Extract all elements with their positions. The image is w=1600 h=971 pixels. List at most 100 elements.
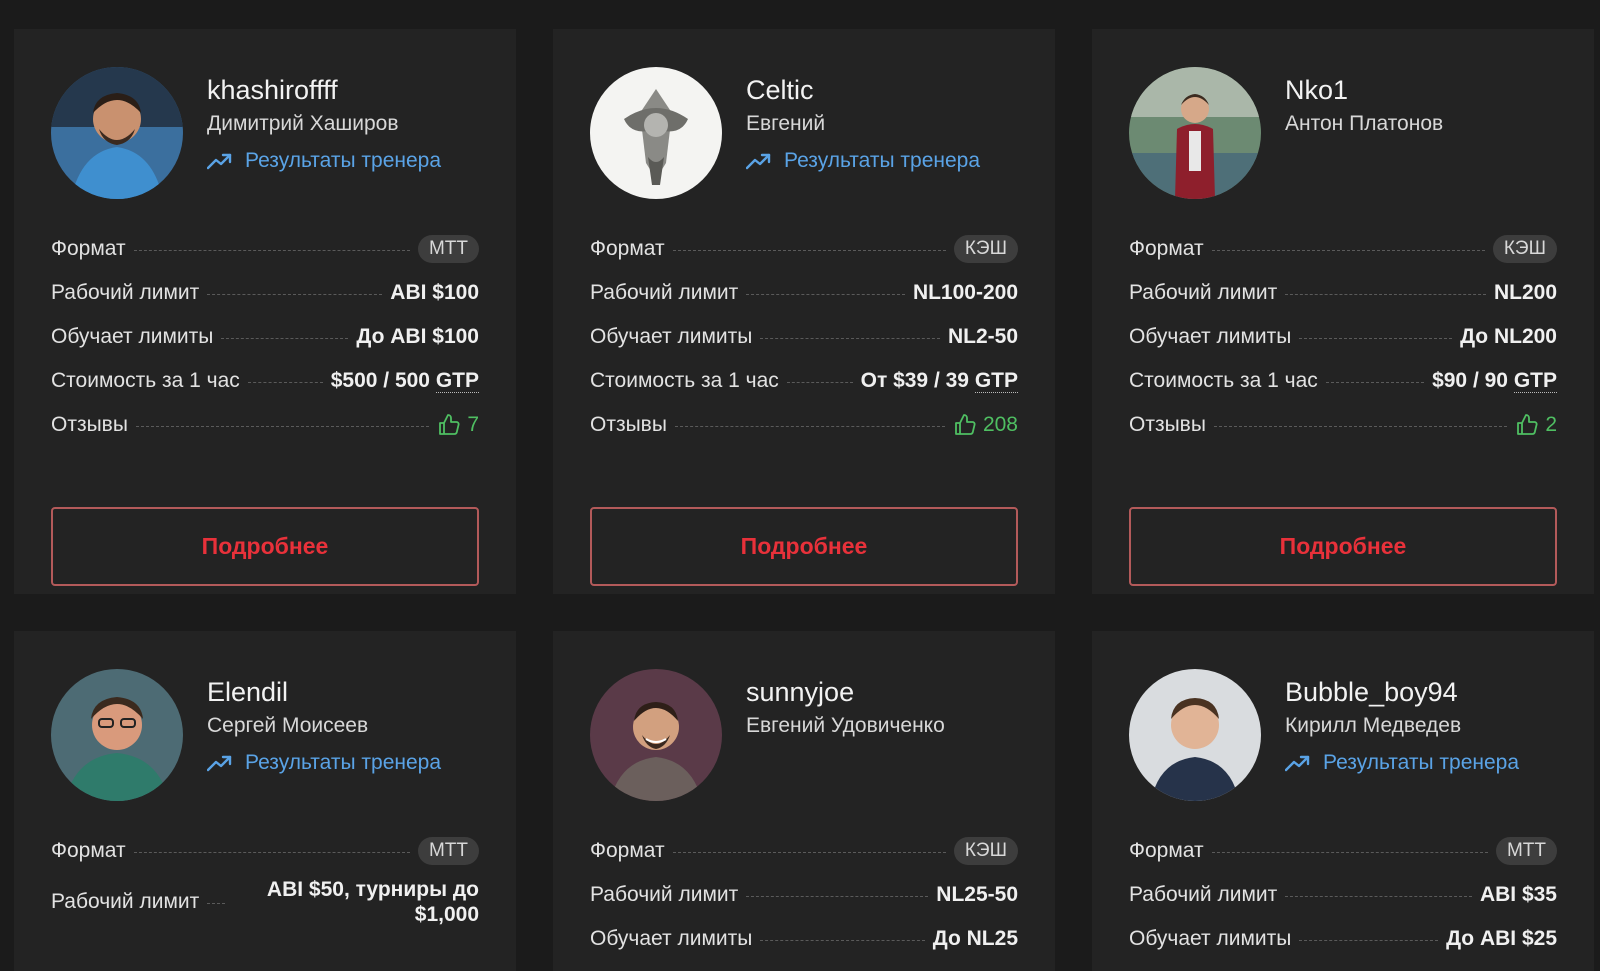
limit-value: ABI $100 — [390, 281, 479, 304]
coach-results-link[interactable]: Результаты тренера — [207, 148, 487, 174]
dotted-leader — [207, 293, 383, 295]
format-badge: МТТ — [417, 837, 479, 865]
coach-avatar[interactable] — [1129, 669, 1261, 801]
limit-row: Рабочий лимит NL200 — [1129, 271, 1557, 315]
dotted-leader — [746, 293, 905, 295]
format-label: Формат — [51, 839, 126, 862]
coach-results-label: Результаты тренера — [1323, 751, 1520, 774]
coach-card: Elendil Сергей Моисеев Результаты тренер… — [14, 631, 516, 971]
format-badge: МТТ — [417, 235, 479, 263]
coach-nickname[interactable]: khashiroffff — [207, 73, 487, 107]
coach-card: sunnyjoe Евгений Удовиченко Формат КЭШ Р… — [553, 631, 1055, 971]
limit-label: Рабочий лимит — [590, 883, 739, 906]
format-label: Формат — [1129, 839, 1204, 862]
coach-real-name: Сергей Моисеев — [207, 714, 369, 737]
teaches-value: До ABI $100 — [356, 325, 479, 348]
reviews-number: 7 — [467, 413, 479, 436]
dotted-leader — [760, 939, 925, 941]
coach-avatar[interactable] — [1129, 67, 1261, 199]
teaches-label: Обучает лимиты — [51, 325, 214, 348]
dotted-leader — [760, 337, 940, 339]
price-row: Стоимость за 1 час $500 / 500 GTP — [51, 359, 479, 403]
dotted-leader — [672, 249, 946, 251]
trending-up-icon — [207, 152, 233, 170]
limit-value: NL100-200 — [912, 281, 1018, 304]
gtp-unit[interactable]: GTP — [974, 369, 1018, 393]
limit-value: NL25-50 — [936, 883, 1018, 906]
dotted-leader — [1325, 381, 1425, 383]
format-badge: КЭШ — [953, 235, 1018, 263]
coach-avatar[interactable] — [51, 669, 183, 801]
coach-avatar[interactable] — [590, 67, 722, 199]
teaches-value: NL2-50 — [947, 325, 1018, 348]
coach-results-link[interactable]: Результаты тренера — [746, 148, 1026, 174]
teaches-value: До ABI $25 — [1446, 927, 1557, 950]
reviews-count[interactable]: 7 — [437, 413, 479, 437]
price-row: Стоимость за 1 час От $39 / 39 GTP — [590, 359, 1018, 403]
teaches-row: Обучает лимиты До NL25 — [590, 917, 1018, 961]
gtp-unit[interactable]: GTP — [435, 369, 479, 393]
details-button[interactable]: Подробнее — [1129, 507, 1557, 586]
trending-up-icon — [1285, 754, 1311, 772]
coach-card: khashiroffff Димитрий Хаширов Результаты… — [14, 29, 516, 594]
price-label: Стоимость за 1 час — [1129, 369, 1318, 392]
limit-value: ABI $35 — [1479, 883, 1557, 906]
price-label: Стоимость за 1 час — [590, 369, 779, 392]
limit-row: Рабочий лимит ABI $100 — [51, 271, 479, 315]
reviews-count[interactable]: 208 — [953, 413, 1018, 437]
dotted-leader — [1213, 425, 1508, 427]
coach-nickname[interactable]: Bubble_boy94 — [1285, 675, 1565, 709]
trending-up-icon — [746, 152, 772, 170]
format-row: Формат КЭШ — [1129, 227, 1557, 271]
coach-real-name: Кирилл Медведев — [1285, 714, 1462, 737]
gtp-unit[interactable]: GTP — [1513, 369, 1557, 393]
teaches-value: До NL25 — [932, 927, 1018, 950]
price-row: Стоимость за 1 час $90 / 90 GTP — [1129, 359, 1557, 403]
coach-real-name: Димитрий Хаширов — [207, 112, 399, 135]
coach-nickname[interactable]: Celtic — [746, 73, 1026, 107]
coach-card: Bubble_boy94 Кирилл Медведев Результаты … — [1092, 631, 1594, 971]
reviews-row: Отзывы 208 — [590, 403, 1018, 447]
coach-avatar[interactable] — [51, 67, 183, 199]
details-button[interactable]: Подробнее — [51, 507, 479, 586]
reviews-row: Отзывы 2 — [1129, 403, 1557, 447]
dotted-leader — [207, 902, 226, 904]
coach-card: Celtic Евгений Результаты тренера Формат… — [553, 29, 1055, 594]
reviews-label: Отзывы — [590, 413, 667, 436]
coach-nickname[interactable]: sunnyjoe — [746, 675, 1026, 709]
dotted-leader — [786, 381, 853, 383]
coach-nickname[interactable]: Nko1 — [1285, 73, 1565, 107]
thumbs-up-icon — [1515, 413, 1539, 437]
dotted-leader — [672, 851, 946, 853]
coach-card: Nko1 Антон Платонов Формат КЭШ Рабочий л… — [1092, 29, 1594, 594]
price-amount: $90 / 90 — [1432, 369, 1508, 392]
reviews-number: 2 — [1545, 413, 1557, 436]
limit-row: Рабочий лимит ABI $35 — [1129, 873, 1557, 917]
details-button[interactable]: Подробнее — [590, 507, 1018, 586]
reviews-count[interactable]: 2 — [1515, 413, 1557, 437]
limit-value: NL200 — [1493, 281, 1557, 304]
teaches-label: Обучает лимиты — [590, 325, 753, 348]
limit-row: Рабочий лимит NL100-200 — [590, 271, 1018, 315]
coach-results-link[interactable]: Результаты тренера — [207, 750, 487, 776]
coach-real-name: Евгений Удовиченко — [746, 714, 945, 737]
dotted-leader — [133, 851, 410, 853]
price-label: Стоимость за 1 час — [51, 369, 240, 392]
dotted-leader — [1299, 337, 1453, 339]
teaches-row: Обучает лимиты До ABI $25 — [1129, 917, 1557, 961]
format-row: Формат МТТ — [1129, 829, 1557, 873]
coach-nickname[interactable]: Elendil — [207, 675, 487, 709]
teaches-row: Обучает лимиты До ABI $100 — [51, 315, 479, 359]
teaches-label: Обучает лимиты — [1129, 325, 1292, 348]
coach-results-link[interactable]: Результаты тренера — [1285, 750, 1565, 776]
format-badge: МТТ — [1495, 837, 1557, 865]
teaches-row: Обучает лимиты NL2-50 — [590, 315, 1018, 359]
coach-avatar[interactable] — [590, 669, 722, 801]
format-badge: КЭШ — [953, 837, 1018, 865]
limit-row: Рабочий лимит ABI $50, турниры до $1,000 — [51, 873, 479, 931]
coaches-grid: khashiroffff Димитрий Хаширов Результаты… — [0, 0, 1600, 971]
teaches-label: Обучает лимиты — [590, 927, 753, 950]
limit-row: Рабочий лимит NL25-50 — [590, 873, 1018, 917]
limit-value: ABI $50, турниры до $1,000 — [266, 878, 479, 926]
dotted-leader — [221, 337, 349, 339]
